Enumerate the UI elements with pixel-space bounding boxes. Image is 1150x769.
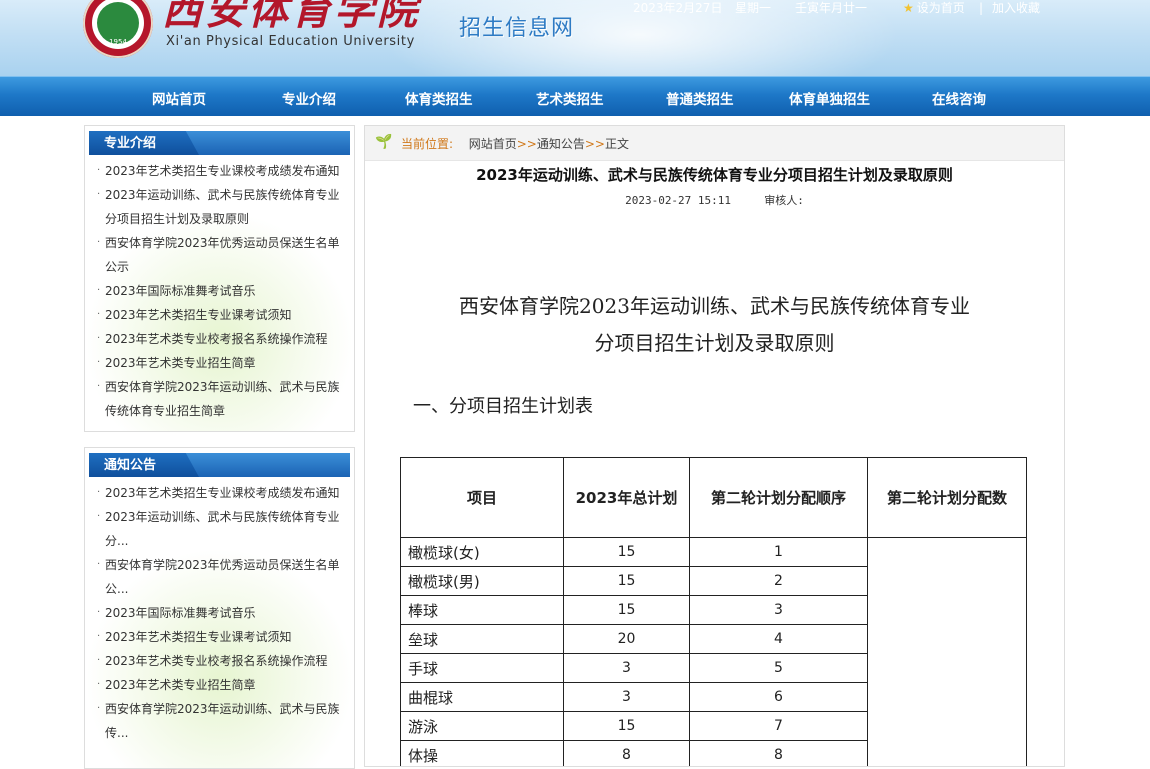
- university-name-cn[interactable]: 西安体育学院: [162, 0, 420, 36]
- home-star-icon: ★: [903, 1, 914, 15]
- sidebar-majors-title: 专业介绍: [104, 136, 157, 151]
- cell-round2-count: [867, 537, 1027, 766]
- cell-total: 8: [563, 740, 690, 766]
- sidebar-notices-title: 通知公告: [104, 458, 157, 473]
- cell-project: 体操: [400, 740, 564, 766]
- current-date: 2023年2月27日: [633, 1, 723, 15]
- main-nav: 网站首页 专业介绍 体育类招生 艺术类招生 普通类招生 体育单独招生 在线咨询: [0, 76, 1150, 116]
- sidebar-notices-header: 通知公告: [89, 453, 350, 477]
- nav-online-consult[interactable]: 在线咨询: [932, 77, 986, 116]
- list-item[interactable]: · 2023年艺术类专业招生简章: [97, 673, 344, 697]
- breadcrumb-current: 正文: [604, 137, 629, 151]
- cell-order: 5: [689, 653, 868, 683]
- list-item[interactable]: · 西安体育学院2023年运动训练、武术与民族传...: [97, 697, 344, 745]
- breadcrumb-section-link[interactable]: 通知公告: [537, 137, 585, 151]
- nav-majors[interactable]: 专业介绍: [282, 77, 336, 116]
- list-item[interactable]: · 西安体育学院2023年优秀运动员保送生名单公示: [97, 231, 344, 279]
- cell-project: 垒球: [400, 624, 564, 654]
- col-header-round2-count: 第二轮计划分配数: [867, 457, 1027, 538]
- cell-order: 7: [689, 711, 868, 741]
- list-item[interactable]: · 2023年国际标准舞考试音乐: [97, 601, 344, 625]
- article-title: 2023年运动训练、武术与民族传统体育专业分项目招生计划及录取原则: [476, 166, 953, 184]
- emblem-year: 1954: [109, 38, 127, 46]
- university-emblem-icon[interactable]: 1954: [83, 0, 153, 58]
- cell-order: 2: [689, 566, 868, 596]
- table-row: 橄榄球(女) 15 1: [400, 537, 1027, 766]
- cell-total: 3: [563, 682, 690, 712]
- sidebar-notices-box: 通知公告 · 2023年艺术类招生专业课校考成绩发布通知 · 2023年运动训练、武…: [84, 447, 355, 769]
- breadcrumb-home-link[interactable]: 网站首页: [469, 137, 517, 151]
- list-item[interactable]: · 2023年艺术类招生专业课校考成绩发布通知: [97, 481, 344, 505]
- cell-total: 3: [563, 653, 690, 683]
- cell-order: 3: [689, 595, 868, 625]
- cell-order: 8: [689, 740, 868, 766]
- breadcrumb: 🌱 当前位置: 网站首页>>通知公告>>正文: [365, 126, 1064, 161]
- cell-total: 20: [563, 624, 690, 654]
- list-item[interactable]: · 西安体育学院2023年运动训练、武术与民族传统体育专业招生简章: [97, 375, 344, 423]
- cell-project: 棒球: [400, 595, 564, 625]
- lunar-date: 壬寅年月廿一: [795, 1, 868, 15]
- article-meta: 2023-02-27 15:11 审核人:: [365, 192, 1064, 208]
- nav-home[interactable]: 网站首页: [152, 77, 206, 116]
- nav-arts-admission[interactable]: 艺术类招生: [536, 77, 604, 116]
- breadcrumb-arrow: >>: [516, 137, 537, 151]
- breadcrumb-label: 当前位置:: [401, 137, 454, 151]
- sprout-icon: 🌱: [375, 134, 393, 150]
- cell-order: 6: [689, 682, 868, 712]
- cell-project: 手球: [400, 653, 564, 683]
- list-item[interactable]: · 2023年艺术类招生专业课校考成绩发布通知: [97, 159, 344, 183]
- content-heading-line1: 西安体育学院2023年运动训练、武术与民族传统体育专业: [459, 294, 970, 318]
- content-heading-line2: 分项目招生计划及录取原则: [594, 331, 835, 355]
- cell-project: 曲棍球: [400, 682, 564, 712]
- list-item[interactable]: · 2023年艺术类专业校考报名系统操作流程: [97, 649, 344, 673]
- article-datetime: 2023-02-27 15:11: [625, 194, 732, 207]
- cell-project: 游泳: [400, 711, 564, 741]
- cell-total: 15: [563, 537, 690, 567]
- cell-project: 橄榄球(男): [400, 566, 564, 596]
- cell-total: 15: [563, 711, 690, 741]
- site-header: 1954 西安体育学院 Xi'an Physical Education Uni…: [0, 0, 1150, 76]
- cell-order: 1: [689, 537, 868, 567]
- list-item[interactable]: · 2023年艺术类专业校考报名系统操作流程: [97, 327, 344, 351]
- list-item[interactable]: · 2023年运动训练、武术与民族传统体育专业分...: [97, 505, 344, 553]
- section-heading: 一、分项目招生计划表: [413, 396, 593, 417]
- sidebar-notices-list: · 2023年艺术类招生专业课校考成绩发布通知 · 2023年运动训练、武术与民族传…: [85, 481, 354, 745]
- breadcrumb-arrow: >>: [584, 137, 605, 151]
- list-item[interactable]: · 2023年艺术类招生专业课考试须知: [97, 303, 344, 327]
- cell-total: 15: [563, 566, 690, 596]
- nav-sports-admission[interactable]: 体育类招生: [405, 77, 473, 116]
- cell-total: 15: [563, 595, 690, 625]
- top-separator: |: [979, 1, 984, 15]
- current-weekday: 星期一: [735, 1, 772, 15]
- university-name-en: Xi'an Physical Education University: [166, 34, 415, 49]
- list-item[interactable]: · 2023年国际标准舞考试音乐: [97, 279, 344, 303]
- enrollment-plan-table: 项目 2023年总计划 第二轮计划分配顺序 第二轮计划分配数 橄榄球(女) 15…: [400, 457, 1027, 766]
- sidebar-majors-header: 专业介绍: [89, 131, 350, 155]
- list-item[interactable]: · 西安体育学院2023年优秀运动员保送生名单公...: [97, 553, 344, 601]
- article-panel: 🌱 当前位置: 网站首页>>通知公告>>正文 2023年运动训练、武术与民族传统…: [364, 125, 1065, 767]
- list-item[interactable]: · 2023年艺术类招生专业课考试须知: [97, 625, 344, 649]
- cell-project: 橄榄球(女): [400, 537, 564, 567]
- list-item[interactable]: · 2023年运动训练、武术与民族传统体育专业分项目招生计划及录取原则: [97, 183, 344, 231]
- table-header-row: 项目 2023年总计划 第二轮计划分配顺序 第二轮计划分配数: [400, 457, 1027, 538]
- col-header-total-plan: 2023年总计划: [563, 457, 690, 538]
- article-reviewer: 审核人:: [764, 194, 804, 207]
- site-title: 招生信息网: [459, 16, 575, 41]
- col-header-project: 项目: [400, 457, 564, 538]
- add-favorite-link[interactable]: 加入收藏: [992, 0, 1040, 16]
- sidebar-majors-box: 专业介绍 · 2023年艺术类招生专业课校考成绩发布通知 · 2023年运动训练、武…: [84, 125, 355, 432]
- list-item[interactable]: · 2023年艺术类专业招生简章: [97, 351, 344, 375]
- cell-order: 4: [689, 624, 868, 654]
- nav-general-admission[interactable]: 普通类招生: [666, 77, 734, 116]
- nav-sports-single-admission[interactable]: 体育单独招生: [789, 77, 870, 116]
- col-header-round2-order: 第二轮计划分配顺序: [689, 457, 868, 538]
- sidebar-majors-list: · 2023年艺术类招生专业课校考成绩发布通知 · 2023年运动训练、武术与民族传…: [85, 159, 354, 423]
- set-home-link[interactable]: ★ 设为首页: [903, 0, 965, 16]
